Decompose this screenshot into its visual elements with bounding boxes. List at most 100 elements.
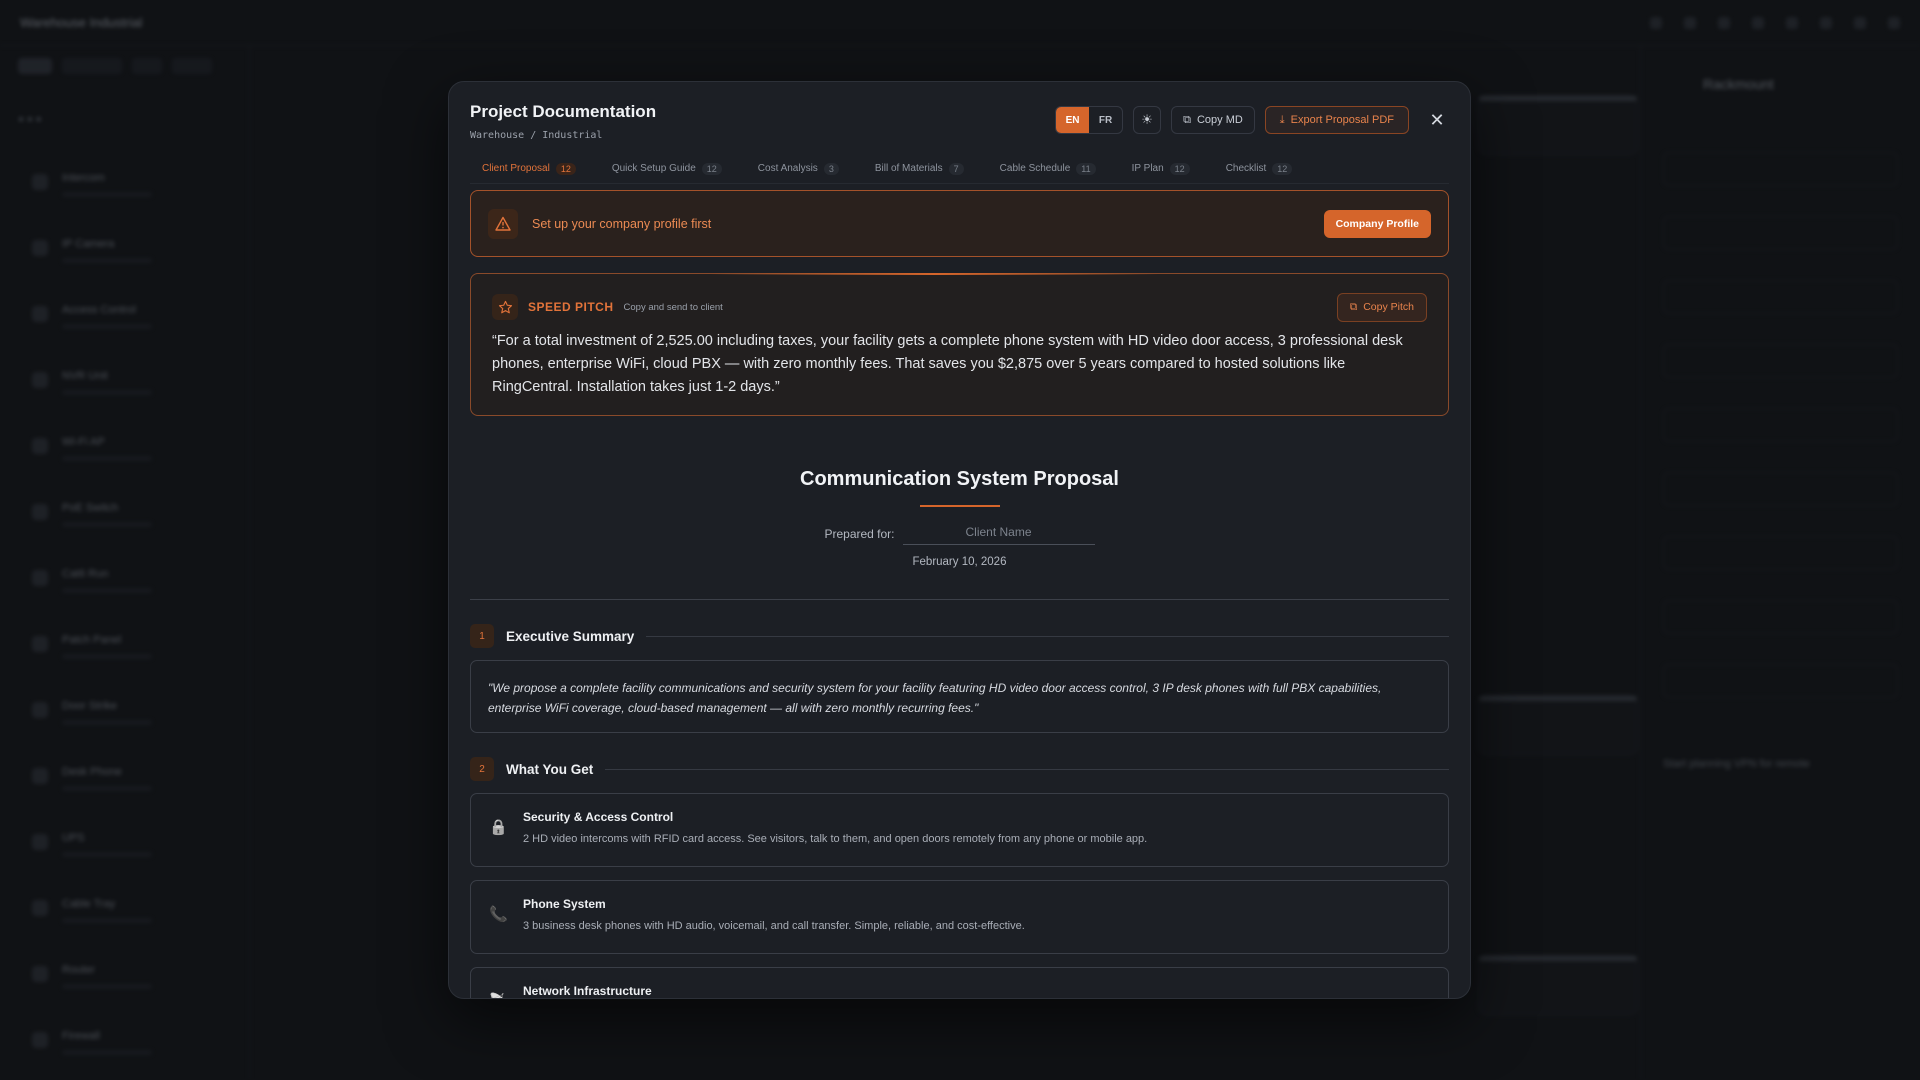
background-sidebar-item-label: NVR Unit bbox=[62, 369, 108, 382]
tab-quick-setup-guide[interactable]: Quick Setup Guide 12 bbox=[600, 158, 722, 183]
document-tabs: Client Proposal 12 Quick Setup Guide 12 Cost… bbox=[470, 158, 1449, 184]
background-sidebar-item: Desk Phone bbox=[18, 743, 231, 809]
background-sidebar-item-label: Door Strike bbox=[62, 699, 118, 712]
tab-checklist[interactable]: Checklist 12 bbox=[1214, 158, 1293, 183]
modal-content: Set up your company profile first Compan… bbox=[470, 190, 1449, 998]
alert-text: Set up your company profile first bbox=[532, 216, 712, 231]
title-underline bbox=[919, 505, 1000, 507]
background-sidebar-item: Patch Panel bbox=[18, 611, 231, 677]
language-fr-button[interactable]: FR bbox=[1089, 107, 1122, 133]
tab-bill-of-materials[interactable]: Bill of Materials 7 bbox=[863, 158, 964, 183]
tab-count-badge: 12 bbox=[1272, 163, 1293, 175]
client-name-input[interactable] bbox=[902, 523, 1095, 545]
prepared-for-label: Prepared for: bbox=[824, 527, 895, 541]
speed-pitch-hint: Copy and send to client bbox=[623, 301, 723, 313]
copy-md-button[interactable]: ⧉ Copy MD bbox=[1171, 106, 1255, 134]
background-sidebar-item-label: Cat6 Run bbox=[62, 567, 109, 580]
background-sidebar-item: PoE Switch bbox=[18, 479, 231, 545]
background-node-card bbox=[1478, 955, 1638, 1015]
feature-title: Network Infrastructure bbox=[523, 984, 652, 998]
tab-cost-analysis[interactable]: Cost Analysis 3 bbox=[746, 158, 839, 183]
copy-icon: ⧉ bbox=[1183, 113, 1191, 126]
background-sidebar-item: NVR Unit bbox=[18, 347, 231, 413]
star-icon bbox=[492, 294, 518, 320]
prepared-for-row: Prepared for: bbox=[470, 523, 1449, 545]
background-sidebar-item: Router bbox=[18, 941, 231, 1007]
background-app-title: Warehouse Industrial bbox=[20, 15, 143, 30]
background-sidebar-item-label: UPS bbox=[62, 831, 85, 844]
background-sidebar-item-label: Cable Tray bbox=[62, 897, 116, 910]
background-sidebar-header: ● ● ● bbox=[18, 114, 42, 125]
background-sidebar-item-label: Patch Panel bbox=[62, 633, 122, 646]
background-sidebar-list: Intercom IP Camera Access Control NVR Unit W… bbox=[18, 149, 231, 1073]
phone-icon: 📞 bbox=[489, 906, 508, 923]
export-pdf-label: Export Proposal PDF bbox=[1290, 114, 1394, 126]
theme-toggle-button[interactable]: ☀ bbox=[1133, 106, 1162, 134]
speed-pitch-label: SPEED PITCH bbox=[528, 300, 614, 314]
background-right-note: Start planning VPN for remote bbox=[1663, 758, 1810, 770]
background-sidebar-item: Cat6 Run bbox=[18, 545, 231, 611]
close-modal-button[interactable]: ✕ bbox=[1425, 108, 1449, 132]
section-title: What You Get bbox=[506, 761, 594, 777]
background-sidebar-item: Cable Tray bbox=[18, 875, 231, 941]
feature-description: 2 HD video intercoms with RFID card acce… bbox=[523, 833, 1148, 845]
feature-list: 🔒 Security & Access Control 2 HD video int… bbox=[470, 793, 1449, 998]
close-icon: ✕ bbox=[1429, 109, 1445, 130]
feature-title: Security & Access Control bbox=[523, 810, 674, 824]
company-profile-button[interactable]: Company Profile bbox=[1323, 209, 1431, 238]
tab-ip-plan[interactable]: IP Plan 12 bbox=[1120, 158, 1190, 183]
section-number: 2 bbox=[470, 757, 494, 781]
background-sidebar-item: Door Strike bbox=[18, 677, 231, 743]
tab-count-badge: 7 bbox=[948, 163, 964, 175]
background-sidebar-item: IP Camera bbox=[18, 215, 231, 281]
speed-pitch-card: SPEED PITCH Copy and send to client ⧉ Co… bbox=[470, 273, 1449, 416]
tab-cable-schedule[interactable]: Cable Schedule 11 bbox=[988, 158, 1096, 183]
tab-label: Bill of Materials bbox=[874, 163, 943, 174]
section-header: 2 What You Get bbox=[470, 757, 1449, 781]
export-pdf-button[interactable]: ⤓ Export Proposal PDF bbox=[1264, 106, 1409, 134]
tab-label: Client Proposal bbox=[482, 163, 550, 174]
tab-count-badge: 11 bbox=[1076, 163, 1096, 175]
background-sidebar-item-label: Firewall bbox=[62, 1029, 100, 1042]
copy-pitch-button[interactable]: ⧉ Copy Pitch bbox=[1336, 292, 1427, 322]
background-right-name: Rackmount bbox=[1703, 76, 1774, 92]
copy-md-label: Copy MD bbox=[1196, 114, 1243, 126]
copy-pitch-label: Copy Pitch bbox=[1363, 301, 1414, 313]
background-sidebar-item: Access Control bbox=[18, 281, 231, 347]
divider bbox=[470, 599, 1449, 600]
tab-label: IP Plan bbox=[1131, 163, 1164, 174]
tab-label: Checklist bbox=[1225, 163, 1267, 174]
background-node-card bbox=[1478, 695, 1638, 755]
background-sidebar-item-label: Router bbox=[62, 963, 96, 976]
tab-label: Cost Analysis bbox=[757, 163, 818, 174]
background-sidebar-item: UPS bbox=[18, 809, 231, 875]
download-icon: ⤓ bbox=[1279, 113, 1285, 126]
speed-pitch-text: “For a total investment of 2,525.00 incl… bbox=[492, 333, 1403, 395]
feature-card: 📡Network InfrastructureEnterprise-grade … bbox=[470, 967, 1449, 998]
background-sidebar-item-label: IP Camera bbox=[62, 237, 115, 250]
tab-count-badge: 12 bbox=[1169, 163, 1190, 175]
warning-icon bbox=[488, 208, 518, 239]
proposal-date: February 10, 2026 bbox=[912, 556, 1007, 568]
background-sidebar-item-label: Intercom bbox=[62, 171, 105, 184]
feature-description: 3 business desk phones with HD audio, vo… bbox=[523, 920, 1025, 932]
language-en-button[interactable]: EN bbox=[1056, 107, 1090, 133]
background-sidebar-item-label: Wi-Fi AP bbox=[62, 435, 105, 448]
language-toggle: EN FR bbox=[1055, 106, 1124, 134]
feature-card: 📞 Phone System 3 business desk phones with… bbox=[470, 880, 1449, 954]
background-sidebar-item-label: Desk Phone bbox=[62, 765, 122, 778]
feature-card: 🔒 Security & Access Control 2 HD video int… bbox=[470, 793, 1449, 867]
tab-label: Cable Schedule bbox=[999, 163, 1071, 174]
section-header: 1 Executive Summary bbox=[470, 624, 1449, 648]
background-sidebar-item: Wi-Fi AP bbox=[18, 413, 231, 479]
executive-summary-text: "We propose a complete facility communic… bbox=[470, 660, 1449, 733]
background-sidebar-item: Firewall bbox=[18, 1007, 231, 1073]
tab-count-badge: 3 bbox=[823, 163, 839, 175]
sun-icon: ☀ bbox=[1141, 112, 1153, 127]
feature-title: Phone System bbox=[523, 897, 606, 911]
copy-icon: ⧉ bbox=[1349, 300, 1358, 313]
satellite-icon: 📡 bbox=[489, 984, 508, 998]
background-sidebar-item-label: PoE Switch bbox=[62, 501, 119, 514]
tab-client-proposal[interactable]: Client Proposal 12 bbox=[470, 158, 576, 183]
tab-count-badge: 12 bbox=[701, 163, 722, 175]
